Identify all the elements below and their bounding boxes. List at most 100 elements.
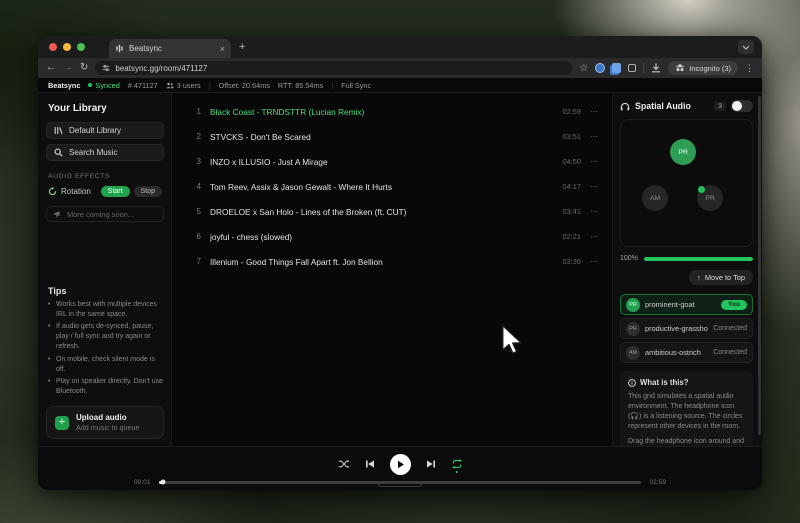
bookmark-star-icon[interactable]: ☆ [579, 63, 588, 74]
spatial-volume-bar[interactable] [644, 257, 753, 261]
device-node[interactable]: PR [670, 139, 696, 165]
user-row[interactable]: PR prominent-goat You [620, 294, 753, 315]
maximize-window-button[interactable] [77, 43, 85, 51]
current-time: 00:01 [134, 479, 151, 486]
shuffle-button[interactable] [338, 459, 350, 469]
track-number: 7 [192, 257, 201, 266]
track-menu-icon[interactable]: ⋯ [590, 132, 599, 141]
search-music-button[interactable]: Search Music [46, 144, 164, 161]
user-row[interactable]: AM ambitious-ostrich Connected [620, 342, 753, 363]
sync-status: Synced [88, 81, 119, 90]
incognito-badge[interactable]: Incognito (3) [668, 61, 738, 75]
track-menu-icon[interactable]: ⋯ [590, 207, 599, 216]
tab-close-icon[interactable]: × [220, 45, 225, 53]
info-icon [628, 379, 636, 387]
track-row[interactable]: 6 joyful - chess (slowed) 02:21 ⋯ [172, 224, 612, 249]
track-menu-icon[interactable]: ⋯ [590, 157, 599, 166]
close-window-button[interactable] [49, 43, 57, 51]
extension-icon[interactable] [612, 63, 621, 73]
repeat-button[interactable] [451, 459, 463, 469]
search-icon [54, 148, 63, 157]
device-node[interactable]: PR [697, 185, 723, 211]
default-library-button[interactable]: Default Library [46, 122, 164, 139]
audio-effects-header: AUDIO EFFECTS [48, 173, 164, 180]
site-settings-icon[interactable] [102, 64, 110, 72]
move-to-top-button[interactable]: ↑ Move to Top [689, 270, 753, 285]
track-queue: 1 Black Coast - TRNDSTTR (Lucian Remix) … [172, 93, 612, 446]
user-list: PR prominent-goat You PR productive-gras… [620, 294, 753, 363]
minimize-window-button[interactable] [63, 43, 71, 51]
scrollbar[interactable] [758, 96, 761, 435]
user-name: prominent-goat [645, 300, 716, 309]
previous-track-button[interactable] [365, 459, 375, 469]
device-node[interactable]: AM [642, 185, 668, 211]
track-title: STVCKS - Don't Be Scared [210, 132, 554, 142]
upload-audio-button[interactable]: + Upload audio Add music to queue [46, 406, 164, 439]
extensions-puzzle-icon[interactable] [628, 64, 636, 72]
total-time: 02:59 [649, 479, 666, 486]
track-title: Illenium - Good Things Fall Apart ft. Jo… [210, 257, 554, 267]
back-icon[interactable]: ← [46, 63, 56, 73]
browser-window: Beatsync × + ← → ↻ beatsync.gg/room/4711… [38, 36, 762, 490]
rtt-value: RTT: 85.54ms [278, 81, 323, 90]
track-title: joyful - chess (slowed) [210, 232, 554, 242]
track-row[interactable]: 1 Black Coast - TRNDSTTR (Lucian Remix) … [172, 99, 612, 124]
player-drag-handle[interactable] [378, 482, 422, 487]
user-status-badge: You [721, 300, 747, 310]
offset-value: Offset: 20.64ms [219, 81, 270, 90]
user-name: productive-grassho... [645, 324, 708, 333]
tip-item: Play on speaker directly. Don't use Blue… [48, 377, 164, 397]
spatial-audio-toggle[interactable] [731, 100, 753, 112]
users-icon [166, 82, 174, 89]
track-number: 2 [192, 132, 201, 141]
rotation-start-button[interactable]: Start [101, 186, 130, 197]
next-track-button[interactable] [426, 459, 436, 469]
track-row[interactable]: 5 DROELOE x San Holo - Lines of the Brok… [172, 199, 612, 224]
track-menu-icon[interactable]: ⋯ [590, 257, 599, 266]
track-menu-icon[interactable]: ⋯ [590, 107, 599, 116]
track-menu-icon[interactable]: ⋯ [590, 232, 599, 241]
user-row[interactable]: PR productive-grassho... Connected [620, 318, 753, 339]
upload-subtitle: Add music to queue [76, 423, 140, 432]
track-menu-icon[interactable]: ⋯ [590, 182, 599, 191]
forward-icon[interactable]: → [63, 63, 73, 73]
mouse-cursor [501, 324, 527, 358]
rotation-stop-button[interactable]: Stop [134, 186, 162, 197]
browser-tab[interactable]: Beatsync × [109, 39, 231, 58]
download-icon[interactable] [651, 63, 661, 73]
track-row[interactable]: 7 Illenium - Good Things Fall Apart ft. … [172, 249, 612, 274]
more-coming-soon: More coming soon... [46, 206, 164, 222]
device-initials: AM [650, 195, 660, 202]
status-divider: | [331, 81, 333, 90]
seek-thumb[interactable] [161, 480, 166, 485]
play-button[interactable] [390, 454, 411, 475]
track-number: 1 [192, 107, 201, 116]
reload-icon[interactable]: ↻ [80, 63, 88, 73]
track-row[interactable]: 2 STVCKS - Don't Be Scared 03:51 ⋯ [172, 124, 612, 149]
extension-icon[interactable] [595, 63, 605, 73]
tab-search-chevron-icon[interactable] [738, 40, 754, 54]
app-brand: Beatsync [48, 81, 80, 90]
avatar: AM [626, 346, 640, 360]
repeat-active-dot [455, 471, 458, 474]
user-count: 3 users [166, 81, 201, 90]
new-tab-button[interactable]: + [239, 41, 245, 53]
track-duration: 04:17 [563, 182, 582, 191]
play-icon [396, 460, 405, 469]
tab-strip: Beatsync × + [38, 36, 762, 58]
track-duration: 03:51 [563, 132, 582, 141]
tips-title: Tips [48, 286, 164, 296]
tip-item: If audio gets de-synced, pause, play / f… [48, 322, 164, 351]
megaphone-icon [54, 210, 62, 218]
track-row[interactable]: 4 Tom Reev, Assix & Jason Gewalt - Where… [172, 174, 612, 199]
spatial-audio-title: Spatial Audio [635, 101, 709, 111]
toggle-knob [732, 101, 742, 111]
favicon [115, 44, 124, 53]
track-row[interactable]: 3 INZO x ILLUSIO - Just A Mirage 04:50 ⋯ [172, 149, 612, 174]
device-initials: PR [678, 149, 687, 156]
full-sync-button[interactable]: Full Sync [341, 81, 371, 90]
url-bar[interactable]: beatsync.gg/room/471127 [95, 61, 572, 75]
browser-menu-icon[interactable]: ⋮ [745, 63, 754, 74]
track-number: 5 [192, 207, 201, 216]
spatial-grid[interactable]: PR AM PR [620, 119, 753, 247]
